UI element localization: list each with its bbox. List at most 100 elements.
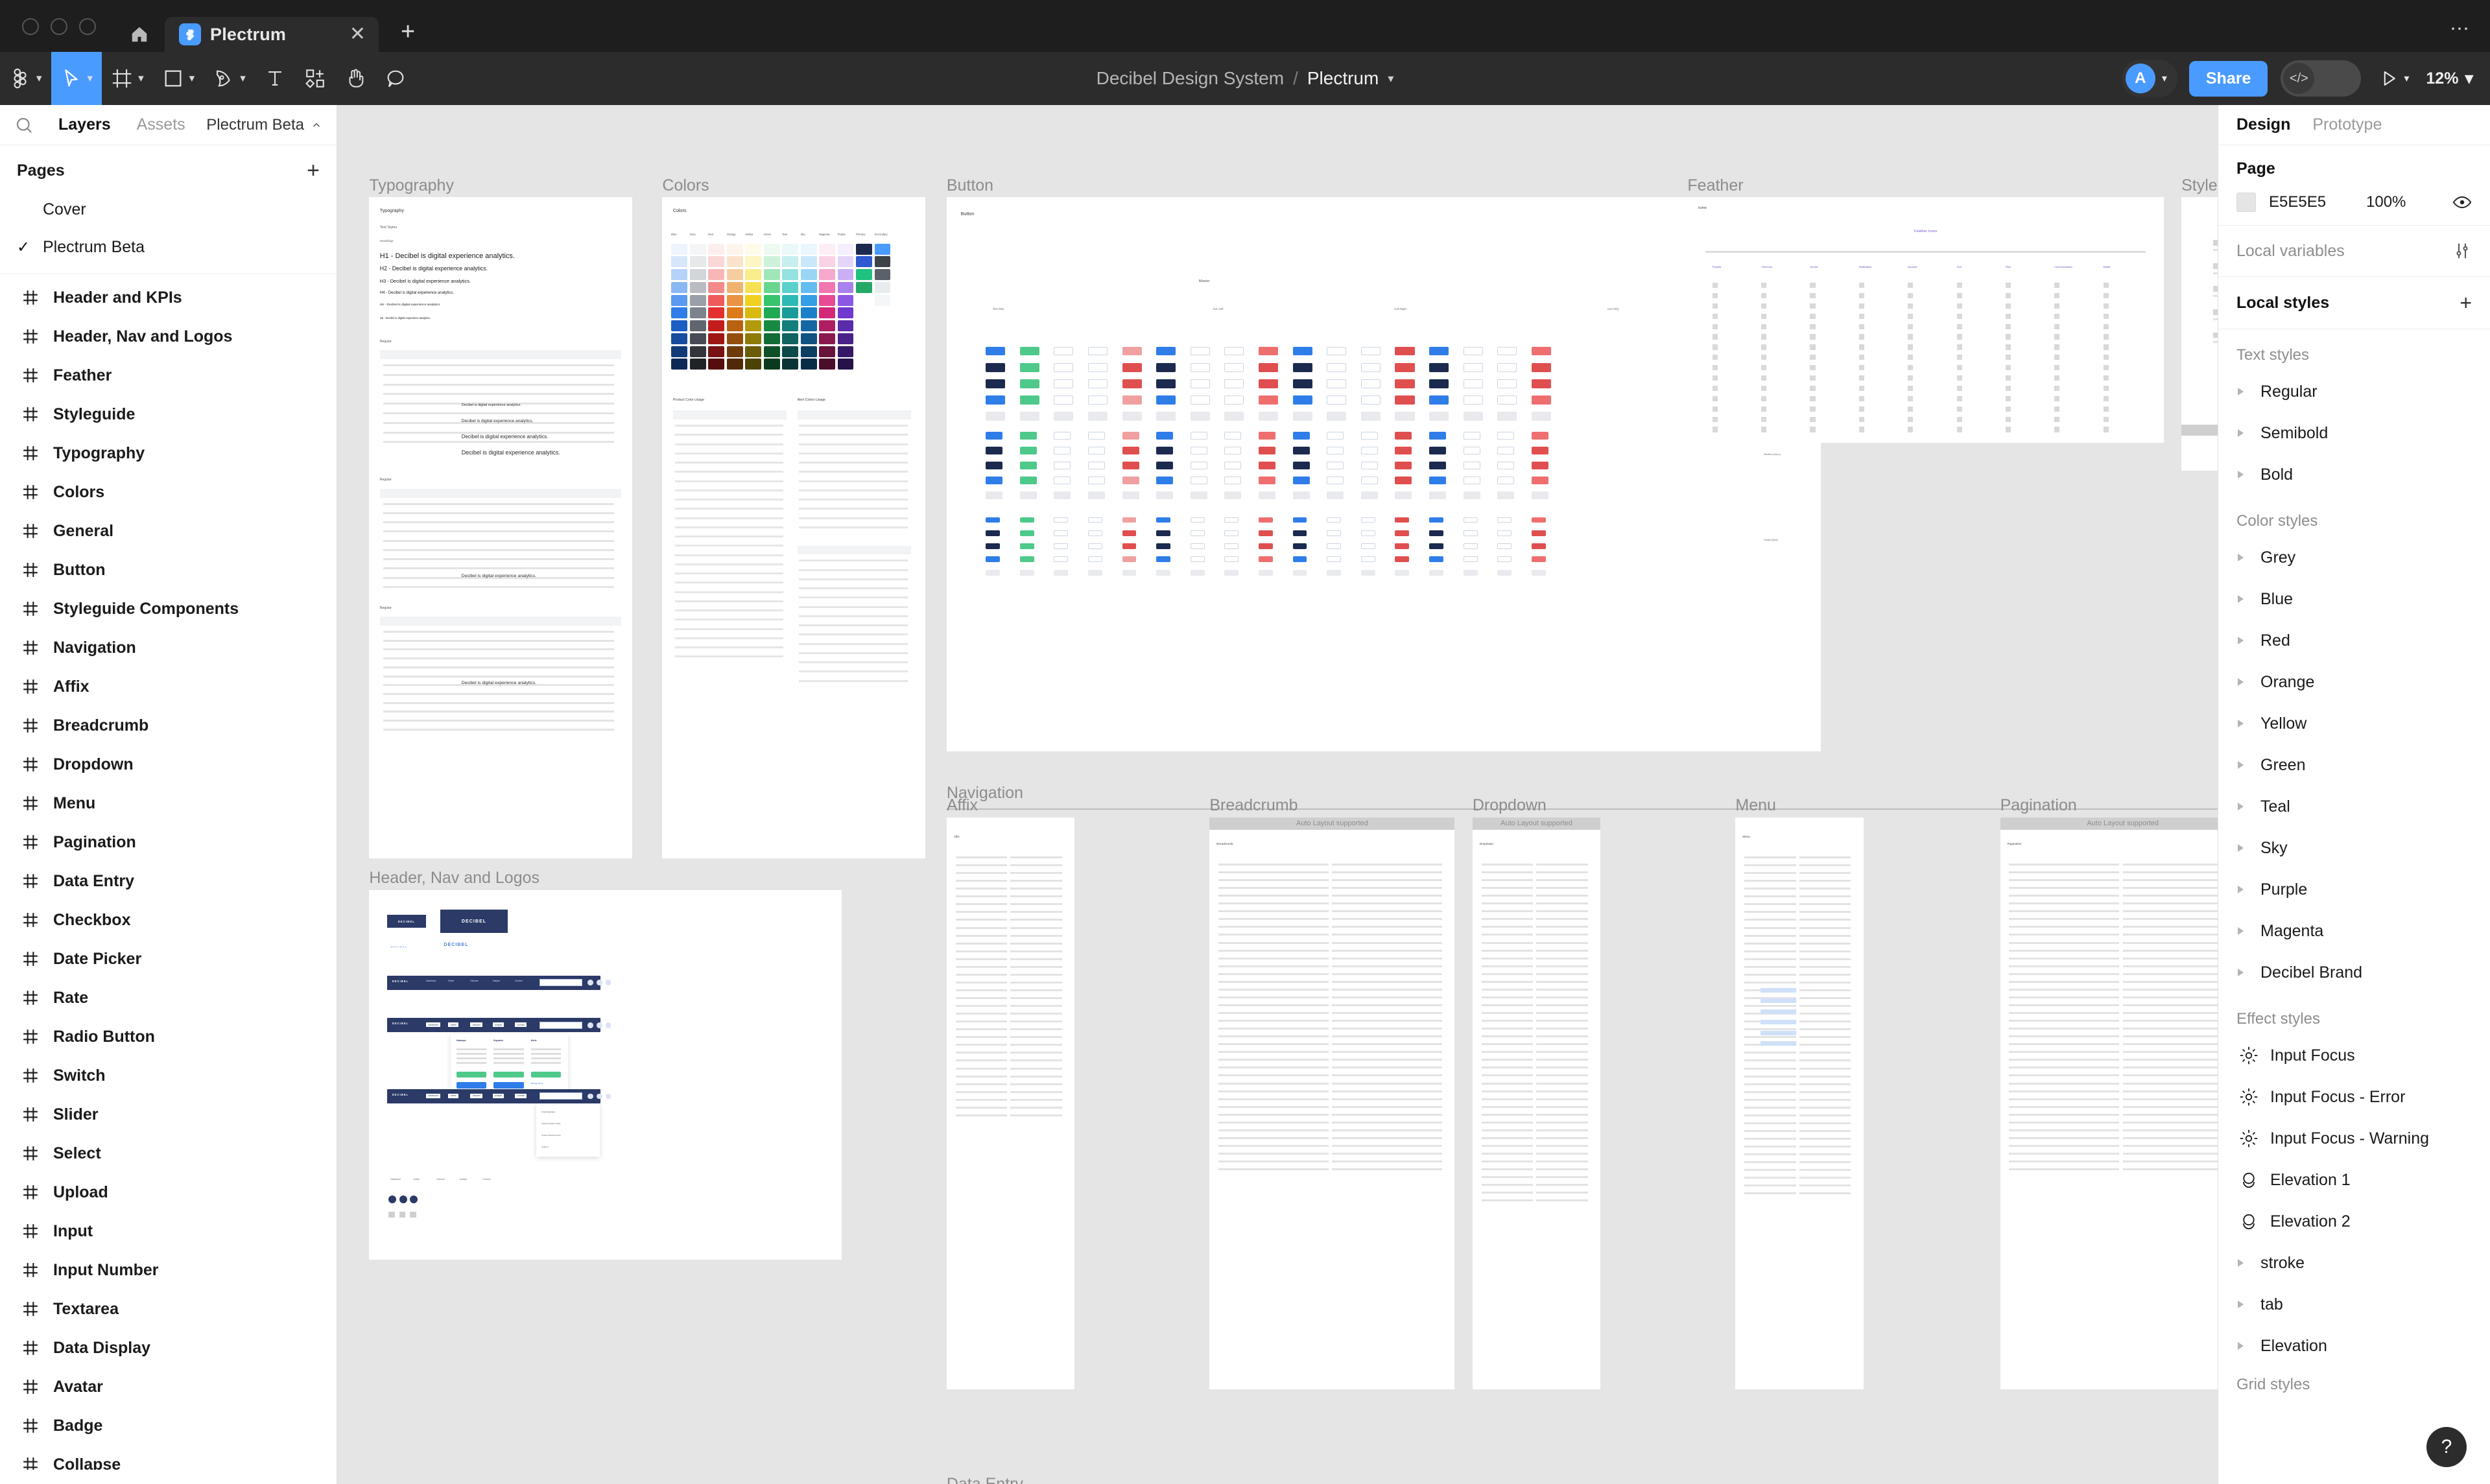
page-fill-opacity[interactable]: 100% bbox=[2366, 193, 2406, 211]
style-item-input-focus-error[interactable]: Input Focus - Error bbox=[2218, 1076, 2490, 1118]
chevron-right-icon[interactable] bbox=[2238, 803, 2244, 810]
style-item-semibold[interactable]: Semibold bbox=[2218, 412, 2490, 454]
help-button[interactable]: ? bbox=[2426, 1427, 2467, 1467]
layer-item-avatar[interactable]: Avatar bbox=[0, 1367, 337, 1406]
header-nav-item[interactable]: Connect bbox=[514, 1093, 527, 1098]
layer-item-radio-button[interactable]: Radio Button bbox=[0, 1017, 337, 1056]
move-tool-button[interactable]: ▾ bbox=[51, 52, 102, 105]
frame-label-styleguide-components[interactable]: Styleguide Components bbox=[2181, 176, 2218, 195]
add-style-button[interactable]: + bbox=[2460, 292, 2472, 313]
header-nav-item[interactable]: Connect bbox=[515, 980, 523, 982]
nav-item-standalone[interactable]: Analyze bbox=[460, 1178, 467, 1181]
canvas-horizontal-scrollbar[interactable] bbox=[0, 1470, 635, 1484]
tab-layers[interactable]: Layers bbox=[45, 115, 124, 134]
header-nav-item[interactable]: Analyze bbox=[492, 1093, 504, 1098]
layer-item-styleguide-components[interactable]: Styleguide Components bbox=[0, 589, 337, 628]
account-menu-item[interactable]: Support bbox=[541, 1146, 549, 1148]
frame-label-menu[interactable]: Menu bbox=[1735, 796, 1776, 815]
layer-item-switch[interactable]: Switch bbox=[0, 1056, 337, 1095]
window-controls[interactable] bbox=[0, 18, 114, 52]
page-item-cover[interactable]: Cover bbox=[0, 191, 337, 228]
chevron-right-icon[interactable] bbox=[2238, 886, 2244, 893]
style-item-stroke[interactable]: stroke bbox=[2218, 1242, 2490, 1284]
layer-item-select[interactable]: Select bbox=[0, 1134, 337, 1173]
ellipsis-icon[interactable]: ⋯ bbox=[2450, 18, 2471, 40]
layer-item-dropdown[interactable]: Dropdown bbox=[0, 745, 337, 784]
search-icon[interactable] bbox=[14, 115, 34, 135]
style-item-elevation-2[interactable]: Elevation 2 bbox=[2218, 1201, 2490, 1242]
layer-item-styleguide[interactable]: Styleguide bbox=[0, 395, 337, 434]
header-nav-item[interactable]: Discover bbox=[470, 1093, 483, 1098]
chevron-down-icon[interactable]: ▾ bbox=[2162, 72, 2167, 85]
frame-header-nav-and-logos[interactable]: DECIBEL DECIBEL DECIBEL DECIBEL DECIBEL Dashb… bbox=[369, 890, 842, 1260]
frame-label-dropdown[interactable]: Dropdown bbox=[1473, 796, 1547, 815]
local-variables-row[interactable]: Local variables bbox=[2218, 226, 2490, 277]
frame-tool-button[interactable]: ▾ bbox=[102, 52, 153, 105]
frame-colors[interactable]: Colors Blue Grey Red Orange Yellow Green Teal Sk… bbox=[662, 197, 925, 858]
home-button[interactable] bbox=[114, 17, 165, 52]
style-item-bold[interactable]: Bold bbox=[2218, 454, 2490, 495]
layer-item-data-display[interactable]: Data Display bbox=[0, 1328, 337, 1367]
tab-design[interactable]: Design bbox=[2236, 115, 2290, 134]
page-selector[interactable]: Plectrum Beta bbox=[206, 116, 322, 134]
main-menu-button[interactable]: ▾ bbox=[0, 52, 51, 105]
new-tab-button[interactable]: + bbox=[379, 19, 437, 52]
play-icon[interactable] bbox=[2379, 69, 2399, 88]
section-label-data-entry[interactable]: Data Entry bbox=[947, 1475, 1023, 1484]
frame-affix[interactable]: Affix bbox=[946, 817, 1075, 1389]
layer-item-header-and-kpis[interactable]: Header and KPIs bbox=[0, 278, 337, 317]
chevron-right-icon[interactable] bbox=[2238, 1301, 2244, 1308]
style-item-tab[interactable]: tab bbox=[2218, 1284, 2490, 1325]
layer-item-navigation[interactable]: Navigation bbox=[0, 628, 337, 667]
chevron-down-icon[interactable]: ▾ bbox=[2404, 72, 2409, 85]
header-nav-item[interactable]: Discover bbox=[470, 980, 478, 982]
style-item-input-focus-warning[interactable]: Input Focus - Warning bbox=[2218, 1118, 2490, 1159]
header-nav-item[interactable]: Analyze bbox=[493, 980, 500, 982]
chevron-right-icon[interactable] bbox=[2238, 927, 2244, 935]
frame-label-feather[interactable]: Feather bbox=[1687, 176, 1743, 195]
maximize-window-button[interactable] bbox=[79, 18, 96, 35]
style-item-decibel-brand[interactable]: Decibel Brand bbox=[2218, 952, 2490, 993]
frame-breadcrumb[interactable]: Auto Layout supported Breadcrumb bbox=[1209, 817, 1455, 1389]
frame-feather[interactable]: Icons Feather Icons Popular Chevrons Arrows N… bbox=[1687, 197, 2164, 443]
minimize-window-button[interactable] bbox=[51, 18, 67, 35]
pen-tool-button[interactable]: ▾ bbox=[204, 52, 255, 105]
style-item-grey[interactable]: Grey bbox=[2218, 537, 2490, 578]
nav-item-standalone[interactable]: Discover bbox=[436, 1178, 444, 1181]
chevron-right-icon[interactable] bbox=[2238, 844, 2244, 852]
layer-item-upload[interactable]: Upload bbox=[0, 1173, 337, 1212]
chevron-right-icon[interactable] bbox=[2238, 595, 2244, 603]
chevron-right-icon[interactable] bbox=[2238, 637, 2244, 644]
avatar[interactable]: A bbox=[2125, 64, 2155, 93]
layer-item-textarea[interactable]: Textarea bbox=[0, 1290, 337, 1328]
frame-pagination[interactable]: Auto Layout supported Pagination bbox=[2000, 817, 2218, 1389]
chevron-right-icon[interactable] bbox=[2238, 678, 2244, 686]
tab-assets[interactable]: Assets bbox=[124, 115, 198, 134]
present-group[interactable]: ▾ bbox=[2379, 69, 2409, 88]
frame-label-affix[interactable]: Affix bbox=[947, 796, 978, 815]
layer-item-input[interactable]: Input bbox=[0, 1212, 337, 1251]
header-nav-item[interactable]: Analyze bbox=[492, 1022, 504, 1028]
style-item-green[interactable]: Green bbox=[2218, 744, 2490, 786]
layer-item-badge[interactable]: Badge bbox=[0, 1406, 337, 1445]
chevron-right-icon[interactable] bbox=[2238, 1259, 2244, 1267]
zoom-control[interactable]: 12% ▾ bbox=[2426, 69, 2473, 88]
breadcrumb-file[interactable]: Plectrum bbox=[1307, 68, 1379, 89]
account-menu-item[interactable]: System Requirements bbox=[541, 1134, 561, 1137]
frame-menu[interactable]: Menu bbox=[1735, 817, 1864, 1389]
eye-icon[interactable] bbox=[2452, 193, 2472, 212]
layer-item-affix[interactable]: Affix bbox=[0, 667, 337, 706]
frame-label-pagination[interactable]: Pagination bbox=[2000, 796, 2077, 815]
frame-dropdown[interactable]: Auto Layout supported Dropdown bbox=[1472, 817, 1601, 1389]
nav-item-standalone[interactable]: Connect bbox=[483, 1178, 491, 1181]
breadcrumb-project[interactable]: Decibel Design System bbox=[1097, 68, 1284, 89]
style-item-blue[interactable]: Blue bbox=[2218, 578, 2490, 620]
style-item-input-focus[interactable]: Input Focus bbox=[2218, 1035, 2490, 1076]
file-tab[interactable]: Plectrum ✕ bbox=[165, 17, 379, 52]
chevron-right-icon[interactable] bbox=[2238, 969, 2244, 976]
layer-item-checkbox[interactable]: Checkbox bbox=[0, 901, 337, 939]
layer-item-button[interactable]: Button bbox=[0, 550, 337, 589]
text-tool-button[interactable] bbox=[255, 52, 295, 105]
frame-label-colors[interactable]: Colors bbox=[662, 176, 709, 195]
page-fill-swatch[interactable] bbox=[2236, 193, 2256, 212]
